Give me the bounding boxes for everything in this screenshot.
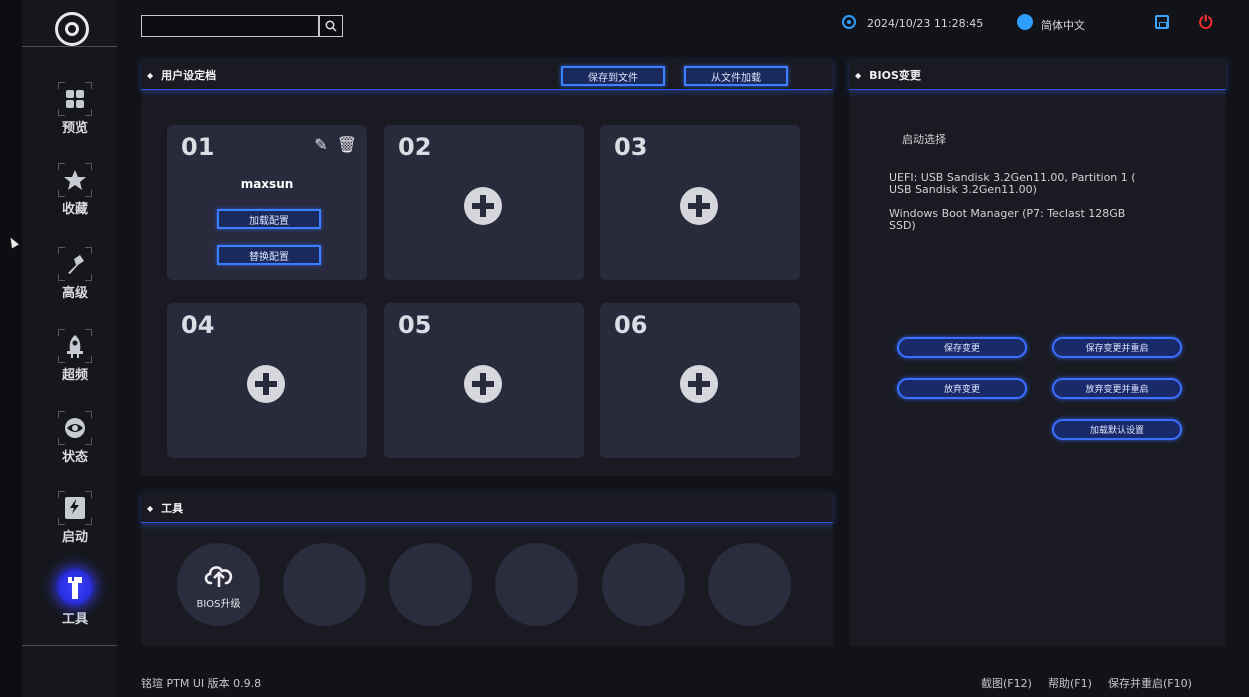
add-icon[interactable] (464, 187, 502, 225)
sidebar-divider-bottom (22, 645, 117, 646)
slot-number: 02 (398, 133, 432, 161)
add-icon[interactable] (464, 365, 502, 403)
wrench-icon (58, 247, 92, 281)
sidebar-item-favorites[interactable]: 收藏 (50, 163, 100, 217)
sidebar-divider-top (22, 46, 117, 67)
sidebar-item-label: 高级 (61, 286, 88, 301)
maxsun-logo-icon (55, 12, 89, 46)
sidebar-item-status[interactable]: 状态 (50, 411, 100, 465)
grid-icon (58, 82, 92, 116)
help-link[interactable]: 帮助(F1) (1048, 675, 1092, 691)
add-icon[interactable] (247, 365, 285, 403)
sidebar-item-label: 收藏 (61, 202, 88, 217)
ssd-icon (58, 491, 92, 525)
sidebar-item-tools[interactable]: 工具 (50, 567, 100, 627)
profile-slot-01: 01 ✎ 🗑 maxsun 加载配置 替换配置 (167, 125, 367, 280)
replace-config-button[interactable]: 替换配置 (217, 245, 321, 265)
sidebar-item-preview[interactable]: 预览 (50, 82, 100, 136)
sidebar-item-boot[interactable]: 启动 (50, 491, 100, 545)
save-to-file-button[interactable]: 保存到文件 (561, 66, 665, 86)
status-icon (58, 411, 92, 445)
slot-number: 03 (614, 133, 648, 161)
load-config-button[interactable]: 加载配置 (217, 209, 321, 229)
bios-update-tool[interactable]: BIOS升级 (177, 543, 260, 626)
profile-slot-02[interactable]: 02 (384, 125, 584, 280)
boot-entry: Windows Boot Manager (P7: Teclast 128GB … (889, 207, 1126, 232)
mouse-cursor-icon (7, 235, 19, 249)
save-and-restart-button[interactable]: 保存变更并重启 (1052, 337, 1182, 358)
language-select[interactable]: 简体中文 (1041, 17, 1085, 33)
sidebar-item-label: 状态 (61, 450, 88, 465)
sidebar-item-label: 预览 (61, 121, 88, 136)
boot-heading: 启动选择 (902, 133, 946, 146)
panel-title: 工具 (147, 500, 183, 516)
slot-number: 06 (614, 311, 648, 339)
screenshot-link[interactable]: 截图(F12) (981, 675, 1032, 691)
tool-slot-empty (389, 543, 472, 626)
search-icon (325, 20, 337, 32)
profiles-panel: 用户设定档 保存到文件 从文件加载 01 ✎ 🗑 maxsun 加载配置 替换配… (141, 59, 833, 476)
tool-slot-empty (708, 543, 791, 626)
panel-title: 用户设定档 (147, 67, 216, 83)
profile-name: maxsun (240, 177, 294, 191)
add-icon[interactable] (680, 365, 718, 403)
boot-entry: UEFI: USB Sandisk 3.2Gen11.00, Partition… (889, 171, 1136, 196)
save-restart-link[interactable]: 保存并重启(F10) (1108, 675, 1192, 691)
sidebar-item-advanced[interactable]: 高级 (50, 247, 100, 301)
clock-icon (842, 15, 856, 29)
slot-number: 05 (398, 311, 432, 339)
bios-changes-panel: BIOS变更 启动选择 UEFI: USB Sandisk 3.2Gen11.0… (849, 59, 1226, 646)
profile-slot-05[interactable]: 05 (384, 303, 584, 458)
slot-number: 04 (181, 311, 215, 339)
slot-number: 01 (181, 133, 215, 161)
tools-icon (55, 567, 95, 607)
tool-slot-empty (495, 543, 578, 626)
panel-header: BIOS变更 (849, 59, 1226, 90)
panel-header: 工具 (141, 492, 833, 523)
tool-slot-empty (283, 543, 366, 626)
edit-icon[interactable]: ✎ (314, 135, 327, 154)
discard-and-restart-button[interactable]: 放弃变更并重启 (1052, 378, 1182, 399)
datetime: 2024/10/23 11:28:45 (867, 17, 984, 30)
save-changes-button[interactable]: 保存变更 (897, 337, 1027, 358)
profile-slot-04[interactable]: 04 (167, 303, 367, 458)
panel-title: BIOS变更 (855, 67, 921, 83)
search-input[interactable] (141, 15, 319, 37)
tool-label: BIOS升级 (196, 599, 241, 610)
profile-slot-03[interactable]: 03 (600, 125, 800, 280)
profile-slot-06[interactable]: 06 (600, 303, 800, 458)
panel-header: 用户设定档 保存到文件 从文件加载 (141, 59, 833, 90)
tool-slot-empty (602, 543, 685, 626)
load-defaults-button[interactable]: 加载默认设置 (1052, 419, 1182, 440)
power-icon[interactable]: ⏻ (1199, 13, 1212, 33)
discard-changes-button[interactable]: 放弃变更 (897, 378, 1027, 399)
sidebar-item-label: 工具 (61, 612, 88, 627)
sidebar-item-label: 启动 (61, 530, 88, 545)
add-icon[interactable] (680, 187, 718, 225)
sidebar-item-label: 超频 (61, 368, 88, 383)
trash-icon[interactable]: 🗑 (337, 135, 357, 154)
sidebar-item-overclock[interactable]: 超频 (50, 329, 100, 383)
star-icon (58, 163, 92, 197)
globe-icon[interactable] (1017, 14, 1033, 30)
load-from-file-button[interactable]: 从文件加载 (684, 66, 788, 86)
rocket-icon (58, 329, 92, 363)
cloud-upload-icon (204, 566, 233, 587)
version-label: 铭瑄 PTM UI 版本 0.9.8 (141, 677, 262, 690)
save-icon[interactable] (1155, 15, 1169, 29)
search-button[interactable] (319, 15, 343, 37)
